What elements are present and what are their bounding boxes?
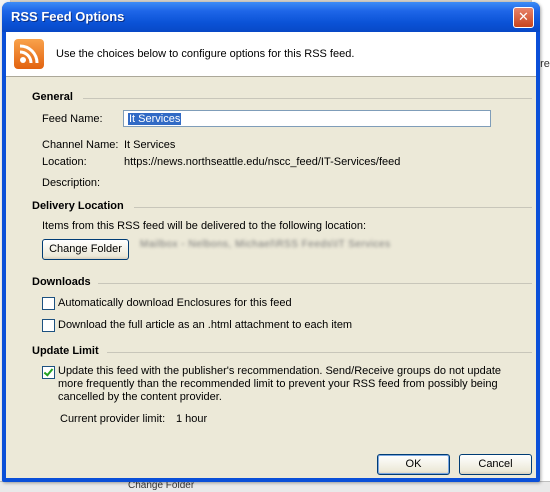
delivery-folder-path: Mailbox - Nelbons, Michael\RSS Feeds\IT … [140, 239, 391, 250]
rss-feed-options-dialog: RSS Feed Options ✕ Use the choices below… [2, 2, 540, 482]
section-general: General [32, 91, 73, 103]
close-button[interactable]: ✕ [513, 7, 534, 28]
ok-button[interactable]: OK [377, 454, 450, 475]
divider [107, 352, 532, 353]
background-app-bottom: Change Folder [0, 480, 550, 492]
delivery-description: Items from this RSS feed will be deliver… [42, 220, 367, 232]
location-label: Location: [42, 156, 87, 168]
update-limit-checkbox[interactable] [42, 366, 55, 379]
feed-name-label: Feed Name: [42, 113, 103, 125]
divider [83, 98, 532, 99]
header-description: Use the choices below to configure optio… [56, 48, 355, 60]
download-full-article-checkbox[interactable] [42, 319, 55, 332]
change-folder-label: Change Folder [49, 243, 122, 255]
ok-label: OK [405, 458, 422, 470]
dialog-header: Use the choices below to configure optio… [6, 32, 536, 77]
title-bar[interactable]: RSS Feed Options ✕ [2, 2, 540, 32]
section-update-limit: Update Limit [32, 345, 99, 357]
update-limit-description[interactable]: Update this feed with the publisher's re… [58, 365, 528, 404]
close-icon: ✕ [518, 9, 529, 24]
window-title: RSS Feed Options [11, 9, 125, 24]
divider [98, 283, 532, 284]
section-downloads: Downloads [32, 276, 91, 288]
provider-limit-label: Current provider limit: [60, 413, 166, 425]
provider-limit-value: 1 hour [176, 413, 208, 425]
channel-name-label: Channel Name: [42, 139, 119, 151]
location-value: https://news.northseattle.edu/nscc_feed/… [124, 156, 401, 168]
cancel-button[interactable]: Cancel [459, 454, 532, 475]
feed-name-input[interactable]: It Services [123, 110, 491, 127]
rss-icon [14, 39, 44, 69]
auto-download-enclosures-label[interactable]: Automatically download Enclosures for th… [58, 297, 292, 309]
dialog-body: Use the choices below to configure optio… [6, 32, 536, 478]
channel-name-value: It Services [124, 139, 176, 151]
change-folder-button[interactable]: Change Folder [42, 239, 129, 260]
cancel-label: Cancel [478, 458, 513, 470]
feed-name-value: It Services [128, 113, 182, 125]
download-full-article-label[interactable]: Download the full article as an .html at… [58, 319, 352, 331]
section-delivery-location: Delivery Location [32, 200, 124, 212]
divider [134, 207, 532, 208]
auto-download-enclosures-checkbox[interactable] [42, 297, 55, 310]
description-label: Description: [42, 177, 101, 189]
